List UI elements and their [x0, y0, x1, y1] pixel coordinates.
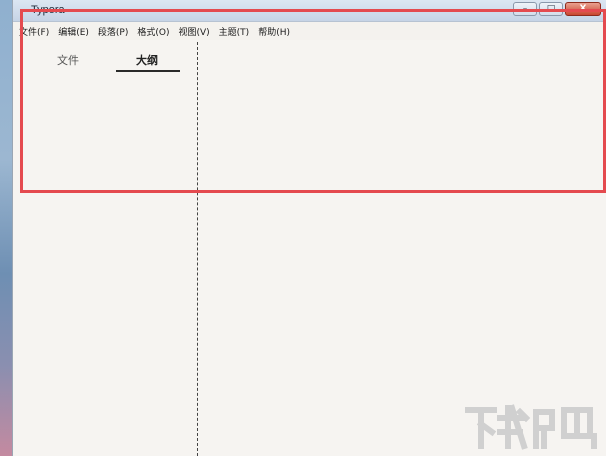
menu-help[interactable]: 帮助(H)	[258, 25, 290, 38]
menu-theme[interactable]: 主题(T)	[219, 25, 250, 38]
menu-view[interactable]: 视图(V)	[178, 25, 209, 38]
window-title: Typora	[31, 4, 65, 16]
close-button[interactable]: X	[565, 2, 601, 16]
menu-bar: 文件(F) 编辑(E) 段落(P) 格式(O) 视图(V) 主题(T) 帮助(H…	[13, 22, 606, 40]
typora-window: Typora – □ X 文件(F) 编辑(E) 段落(P) 格式(O) 视图(…	[12, 0, 606, 456]
tab-files[interactable]: 文件	[57, 52, 79, 68]
window-controls: – □ X	[513, 2, 601, 16]
active-tab-indicator	[116, 70, 180, 72]
minimize-button[interactable]: –	[513, 2, 537, 16]
download-site-logo-icon	[465, 404, 597, 450]
watermark-logo	[460, 402, 600, 452]
menu-format[interactable]: 格式(O)	[137, 25, 169, 38]
title-bar[interactable]: Typora – □ X	[13, 0, 606, 22]
maximize-button[interactable]: □	[539, 2, 563, 16]
sidebar-tabs: 文件 大纲	[13, 48, 195, 76]
tab-outline[interactable]: 大纲	[136, 52, 158, 68]
editor-area[interactable]	[198, 40, 606, 456]
menu-edit[interactable]: 编辑(E)	[58, 25, 89, 38]
menu-file[interactable]: 文件(F)	[19, 25, 49, 38]
menu-paragraph[interactable]: 段落(P)	[98, 25, 128, 38]
